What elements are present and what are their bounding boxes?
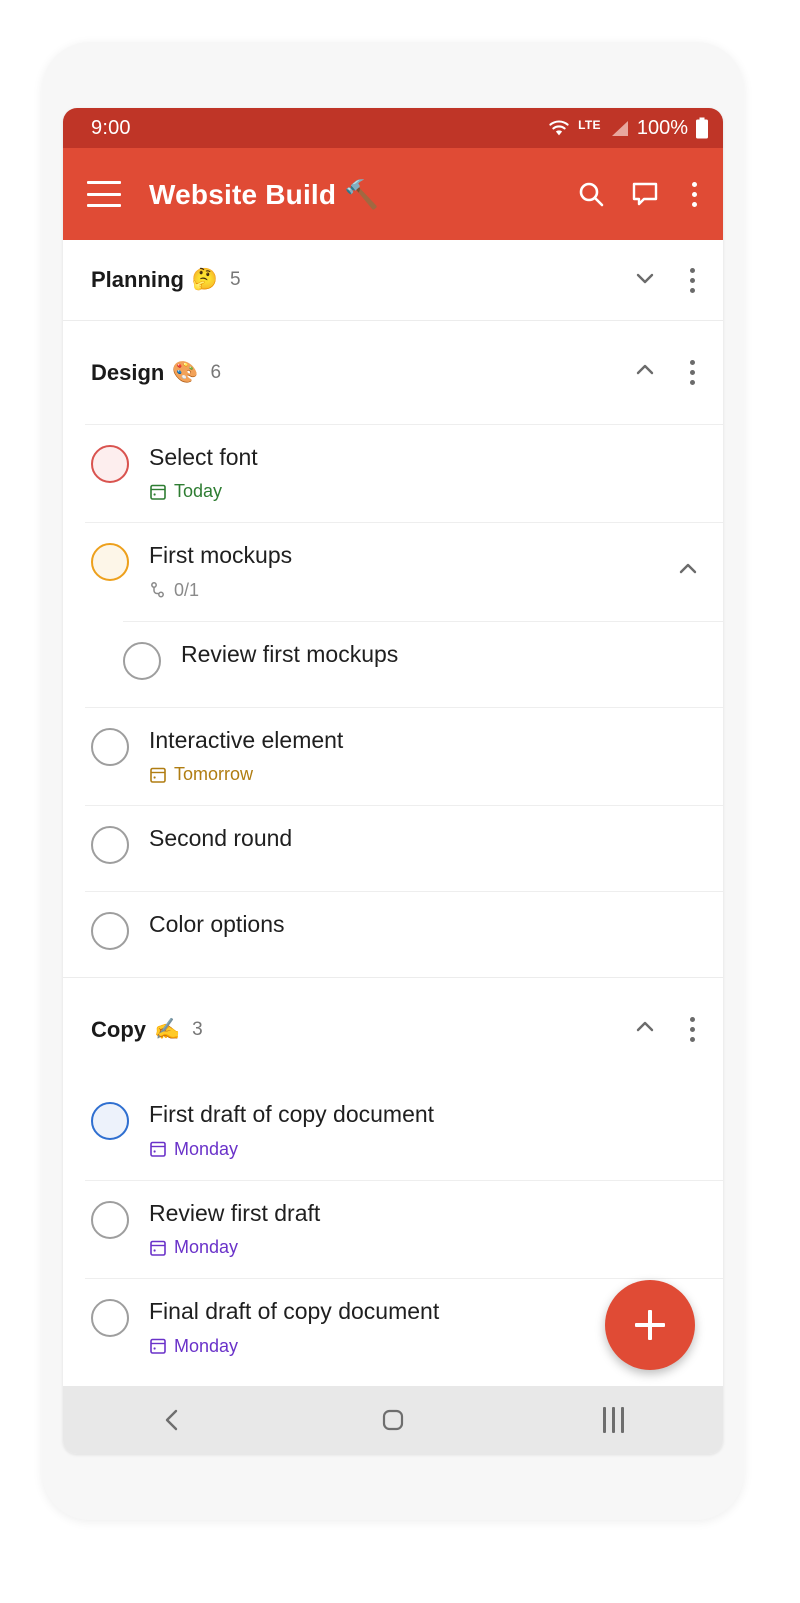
task-content: Review first mockups (181, 641, 701, 667)
section-header-copy[interactable]: Copy ✍️ 3 (63, 977, 723, 1081)
task-checkbox[interactable] (91, 912, 129, 951)
task-checkbox[interactable] (91, 826, 129, 865)
task-row[interactable]: First mockups 0/1 (63, 522, 723, 620)
task-subtask-count: 0/1 (149, 580, 665, 601)
task-title: Select font (149, 444, 258, 470)
due-date-label: Today (174, 481, 223, 502)
due-date-label: Monday (174, 1237, 239, 1258)
task-content: Color options (149, 911, 701, 937)
section-actions (632, 356, 701, 389)
task-checkbox[interactable] (91, 727, 129, 766)
task-content: First mockups 0/1 (149, 542, 665, 600)
status-bar: 9:00 LTE 100% (63, 108, 723, 148)
app-bar: Website Build 🔨 (63, 148, 723, 240)
task-due-date: Monday (149, 1139, 701, 1160)
back-chevron-icon[interactable] (113, 1406, 233, 1434)
task-title: Interactive element (149, 726, 344, 753)
hamburger-menu-icon[interactable] (87, 181, 121, 207)
section-count: 3 (192, 1018, 203, 1040)
calendar-icon (150, 1338, 166, 1354)
recents-bars-icon[interactable] (553, 1407, 673, 1433)
task-row[interactable]: Interactive element Tomorrow (63, 706, 723, 805)
section-overflow-icon[interactable] (684, 356, 701, 389)
subtask-row[interactable]: Review first mockups (63, 620, 723, 707)
home-square-icon[interactable] (333, 1405, 453, 1435)
task-title: Review first mockups (181, 640, 399, 667)
add-task-fab[interactable] (605, 1280, 695, 1370)
chevron-up-icon[interactable] (632, 357, 658, 388)
battery-full-icon (696, 117, 708, 139)
battery-percent-label: 100% (636, 116, 688, 139)
section-overflow-icon[interactable] (684, 264, 701, 297)
due-date-label: Tomorrow (174, 764, 254, 785)
section-count: 6 (210, 361, 222, 383)
task-checkbox[interactable] (91, 1200, 129, 1239)
due-date-label: Monday (174, 1335, 239, 1356)
chevron-up-icon[interactable] (665, 556, 701, 587)
task-title: First mockups (149, 542, 293, 569)
section-actions (632, 264, 701, 297)
task-title: Color options (149, 911, 285, 938)
section-count: 5 (230, 269, 241, 290)
due-date-label: Monday (174, 1138, 239, 1159)
section-title: Planning (91, 267, 184, 292)
task-checkbox[interactable] (91, 1299, 129, 1338)
network-type-label: LTE (578, 118, 601, 132)
task-content: First draft of copy document Monday (149, 1101, 701, 1159)
task-row[interactable]: First draft of copy document Monday (63, 1081, 723, 1179)
task-due-date: Tomorrow (149, 764, 701, 785)
chevron-down-icon[interactable] (632, 265, 658, 296)
section-overflow-icon[interactable] (684, 1013, 701, 1046)
task-content: Second round (149, 825, 701, 851)
subtask-count-label: 0/1 (174, 579, 200, 600)
search-icon[interactable] (576, 179, 606, 209)
task-content: Select font Today (149, 444, 701, 502)
phone-screen: 9:00 LTE 100% Website Build 🔨 Planning 🤔… (63, 108, 723, 1454)
calendar-icon (150, 767, 166, 783)
calendar-icon (150, 1240, 166, 1256)
calendar-icon (150, 484, 166, 500)
task-checkbox[interactable] (91, 543, 129, 582)
phone-frame: 9:00 LTE 100% Website Build 🔨 Planning 🤔… (42, 42, 744, 1520)
chevron-up-icon[interactable] (632, 1014, 658, 1045)
task-content: Review first draft Monday (149, 1200, 701, 1258)
section-title: Design (91, 359, 165, 385)
task-title: First draft of copy document (149, 1101, 435, 1128)
task-due-date: Monday (149, 1237, 701, 1258)
task-row[interactable]: Second round (63, 805, 723, 891)
task-list: Planning 🤔 5 Design 🎨 6 Select font Toda… (63, 240, 723, 1386)
subtask-checkbox[interactable] (123, 641, 161, 680)
signal-bars-icon (611, 120, 628, 136)
section-title: Copy (91, 1016, 146, 1042)
overflow-menu-icon[interactable] (684, 181, 705, 207)
section-emoji: 🎨 (172, 360, 199, 384)
task-due-date: Today (149, 481, 701, 502)
section-emoji: ✍️ (154, 1017, 181, 1041)
calendar-icon (150, 1141, 166, 1158)
task-row[interactable]: Color options (63, 891, 723, 977)
task-row[interactable]: Select font Today (63, 424, 723, 522)
task-title: Second round (149, 825, 293, 852)
wifi-icon (549, 120, 569, 136)
section-header-planning[interactable]: Planning 🤔 5 (63, 240, 723, 320)
section-header-design[interactable]: Design 🎨 6 (63, 320, 723, 424)
section-emoji: 🤔 (191, 268, 219, 291)
status-indicators: LTE 100% (547, 117, 709, 140)
android-nav-bar (63, 1386, 723, 1454)
task-title: Review first draft (149, 1199, 321, 1226)
subtask-icon (151, 582, 164, 598)
app-bar-actions (576, 179, 705, 209)
task-content: Interactive element Tomorrow (149, 727, 701, 785)
comment-icon[interactable] (630, 179, 660, 209)
task-row[interactable]: Review first draft Monday (63, 1179, 723, 1278)
status-clock: 9:00 (91, 116, 131, 139)
section-actions (632, 1013, 701, 1046)
task-checkbox[interactable] (91, 445, 129, 483)
task-checkbox[interactable] (91, 1102, 129, 1141)
page-title: Website Build 🔨 (149, 178, 380, 210)
